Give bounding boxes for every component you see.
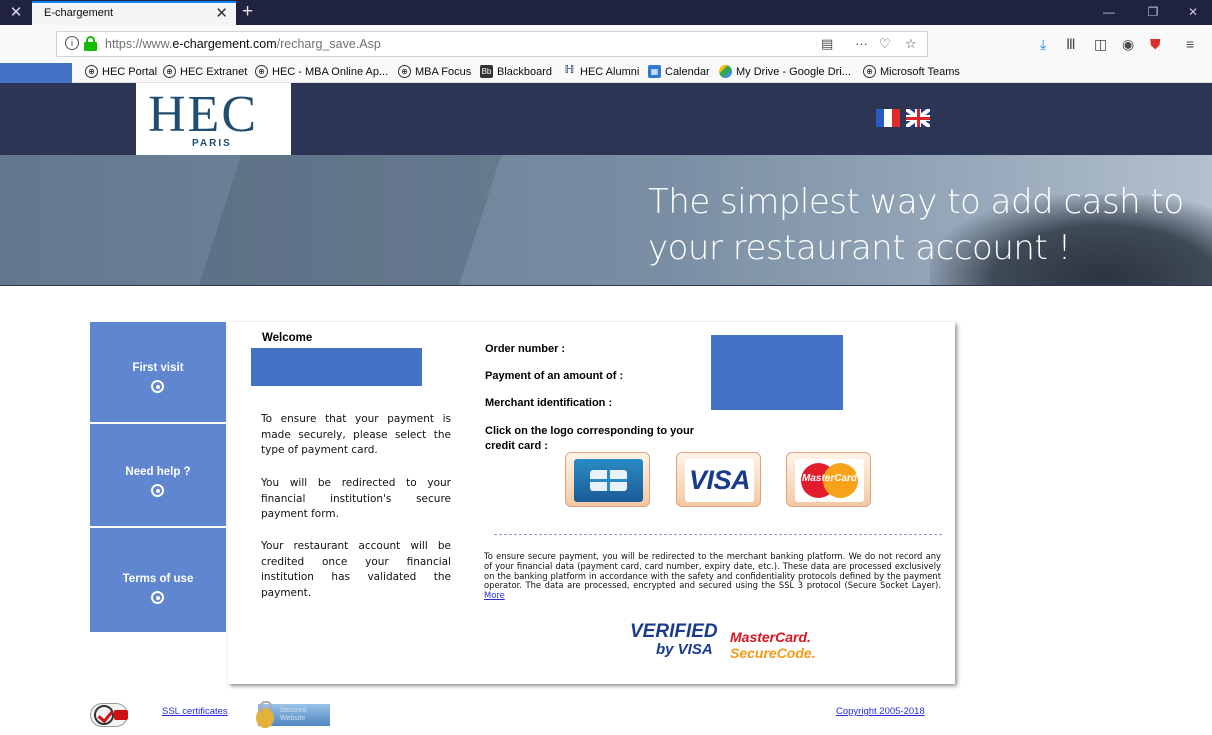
address-bar[interactable]: i https://www.e-chargement.com/recharg_s… [56, 31, 928, 57]
mastercard-securecode-logo: MasterCard. SecureCode. [730, 629, 816, 661]
security-notice: To ensure secure payment, you will be re… [484, 551, 941, 601]
visa-logo: VISA [685, 459, 754, 502]
bookmark-star-icon[interactable]: ☆ [905, 36, 917, 52]
globe-icon: ⊕ [255, 65, 268, 78]
padlock-icon [256, 701, 274, 728]
verified-by-visa-logo: VERIFIED by VISA [630, 621, 718, 658]
bookmark-google-drive[interactable]: My Drive - Google Dri... [719, 65, 851, 78]
menu-item-first-visit[interactable]: First visit [90, 322, 226, 424]
globe-icon: ⊕ [163, 65, 176, 78]
redirect-paragraph: You will be redirected to your financial… [261, 477, 451, 520]
order-number-label: Order number : [485, 343, 566, 355]
globe-icon: ⊕ [85, 65, 98, 78]
bookmark-hec-extranet[interactable]: ⊕ HEC Extranet [163, 65, 247, 78]
menu-label: First visit [132, 362, 184, 374]
redacted-order-details [711, 335, 843, 410]
side-menu: First visit Need help ? Terms of use [90, 322, 226, 632]
banner-shade [198, 155, 502, 285]
logo-subtext: PARIS [192, 138, 232, 149]
browser-tab[interactable]: E-chargement ✕ [32, 1, 236, 25]
drive-icon [719, 65, 732, 78]
globe-icon: ⊕ [398, 65, 411, 78]
menu-item-need-help[interactable]: Need help ? [90, 426, 226, 528]
url-text[interactable]: https://www.e-chargement.com/recharg_sav… [105, 37, 381, 51]
instructions-paragraph: To ensure that your payment is made secu… [261, 413, 451, 456]
navigation-toolbar: i https://www.e-chargement.com/recharg_s… [0, 25, 1212, 63]
menu-label: Terms of use [122, 573, 194, 585]
site-header: HEC PARIS [0, 83, 1212, 156]
credit-paragraph: Your restaurant account will be credited… [261, 540, 451, 599]
menu-item-terms-of-use[interactable]: Terms of use [90, 530, 226, 632]
hec-icon: ℍ [564, 64, 575, 76]
shield-icon[interactable]: ⛊ [1150, 36, 1161, 52]
secured-website-badge[interactable]: Secured Website [256, 701, 330, 728]
bookmark-mba-focus[interactable]: ⊕ MBA Focus [398, 65, 471, 78]
minimize-icon[interactable]: — [1094, 3, 1124, 22]
pocket-icon[interactable]: ♡ [879, 36, 891, 52]
bookmark-hec-mba-online[interactable]: ⊕ HEC - MBA Online Ap... [255, 65, 388, 78]
library-icon[interactable]: Ⅲ [1066, 36, 1076, 52]
merchant-label: Merchant identification : [485, 397, 613, 409]
browser-tab-bar: ✕ E-chargement ✕ + — ❐ ✕ [0, 0, 1212, 25]
card-prompt: Click on the logo corresponding to your … [485, 425, 695, 452]
lock-icon[interactable] [84, 36, 97, 51]
menu-label: Need help ? [125, 466, 191, 478]
uk-flag-icon[interactable] [906, 109, 930, 127]
account-icon[interactable]: ◉ [1122, 36, 1134, 52]
download-icon[interactable]: ⤓ [1040, 36, 1046, 52]
redacted-area [0, 63, 72, 83]
bookmark-blackboard[interactable]: Bb Blackboard [480, 65, 552, 78]
info-icon[interactable]: i [65, 36, 79, 50]
close-icon[interactable]: ✕ [2, 3, 30, 22]
more-link[interactable]: More [484, 590, 505, 600]
blackboard-icon: Bb [480, 65, 493, 78]
globe-icon: ⊕ [863, 65, 876, 78]
tab-close-icon[interactable]: ✕ [215, 5, 228, 23]
redacted-name [251, 348, 422, 386]
mastercard-logo-icon: MasterCard [795, 459, 864, 502]
page-actions-icon[interactable]: ··· [855, 36, 868, 51]
radio-dot-icon [151, 591, 164, 604]
menu-icon[interactable]: ≡ [1186, 36, 1194, 52]
visa-card-button[interactable]: VISA [676, 452, 761, 507]
welcome-heading: Welcome [262, 332, 313, 344]
logo-text: HEC [148, 86, 258, 143]
banner-tagline: The simplest way to add cash to your res… [648, 182, 1184, 268]
restore-icon[interactable]: ❐ [1138, 3, 1168, 22]
radio-dot-icon [151, 380, 164, 393]
window-close-icon[interactable]: ✕ [1178, 3, 1208, 22]
hec-logo[interactable]: HEC PARIS [136, 83, 291, 156]
reader-view-icon[interactable]: ▤ [821, 36, 833, 52]
bookmark-calendar[interactable]: ▦ Calendar [648, 65, 710, 78]
bookmark-microsoft-teams[interactable]: ⊕ Microsoft Teams [863, 65, 960, 78]
calendar-icon: ▦ [648, 65, 661, 78]
new-tab-icon[interactable]: + [242, 1, 253, 23]
radio-dot-icon [151, 484, 164, 497]
bookmark-hec-alumni[interactable]: ℍ HEC Alumni [563, 64, 640, 78]
verisign-badge-icon[interactable] [90, 703, 128, 727]
ssl-certificates-link[interactable]: SSL certificates [162, 706, 228, 717]
divider [494, 534, 942, 535]
mastercard-button[interactable]: MasterCard [786, 452, 871, 507]
sidebar-icon[interactable]: ◫ [1094, 36, 1107, 52]
tab-title: E-chargement [44, 7, 114, 19]
cb-card-button[interactable] [565, 452, 650, 507]
cb-logo-icon [574, 459, 643, 502]
bookmark-hec-portal[interactable]: ⊕ HEC Portal [85, 65, 157, 78]
amount-label: Payment of an amount of : [485, 370, 624, 382]
mastercard-logo-text: MasterCard [801, 473, 858, 484]
hero-banner: The simplest way to add cash to your res… [0, 155, 1212, 286]
copyright-link[interactable]: Copyright 2005-2018 [836, 706, 925, 717]
french-flag-icon[interactable] [876, 109, 900, 127]
bookmarks-bar: ⊕ HEC Portal ⊕ HEC Extranet ⊕ HEC - MBA Onl… [0, 63, 1212, 83]
